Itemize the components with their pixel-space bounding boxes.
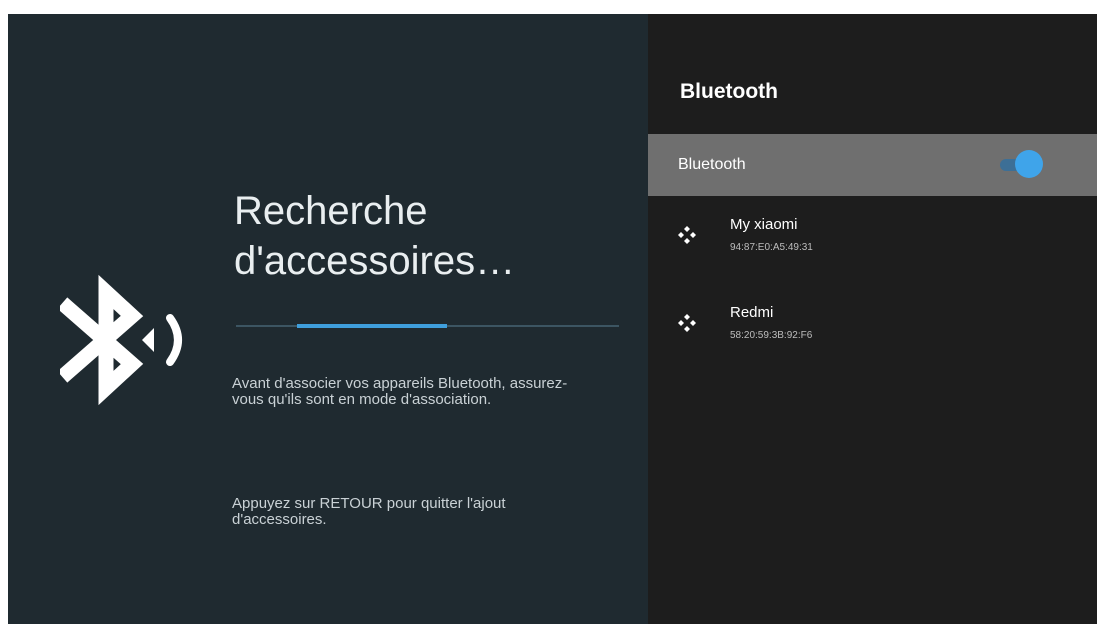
scan-progress-fill — [297, 324, 447, 328]
scan-progress-bar — [236, 324, 619, 328]
search-panel: Recherche d'accessoires… Avant d'associe… — [8, 14, 648, 624]
bluetooth-searching-icon — [60, 274, 182, 406]
bluetooth-toggle-row[interactable]: Bluetooth — [648, 134, 1097, 196]
device-address: 58:20:59:3B:92:F6 — [730, 330, 813, 341]
tv-screen: Recherche d'accessoires… Avant d'associe… — [8, 14, 1097, 624]
page-title: Recherche d'accessoires… — [234, 186, 624, 286]
device-name: Redmi — [730, 304, 774, 321]
bluetooth-toggle-label: Bluetooth — [678, 156, 746, 173]
back-hint: Appuyez sur RETOUR pour quitter l'ajout … — [232, 495, 506, 528]
bluetooth-settings-panel: Bluetooth Bluetooth My xiaomi 94:87:E0:A… — [648, 14, 1097, 624]
gamepad-icon — [678, 226, 696, 244]
device-item-redmi[interactable]: Redmi 58:20:59:3B:92:F6 — [648, 298, 1097, 368]
device-name: My xiaomi — [730, 216, 798, 233]
gamepad-icon — [678, 314, 696, 332]
bluetooth-switch[interactable] — [1000, 150, 1043, 178]
title-line-1: Recherche — [234, 189, 428, 233]
title-line-2: d'accessoires… — [234, 239, 516, 283]
device-item-my-xiaomi[interactable]: My xiaomi 94:87:E0:A5:49:31 — [648, 210, 1097, 280]
panel-title: Bluetooth — [680, 80, 778, 103]
switch-knob — [1015, 150, 1043, 178]
pairing-instructions: Avant d'associer vos appareils Bluetooth… — [232, 375, 568, 408]
device-address: 94:87:E0:A5:49:31 — [730, 242, 813, 253]
